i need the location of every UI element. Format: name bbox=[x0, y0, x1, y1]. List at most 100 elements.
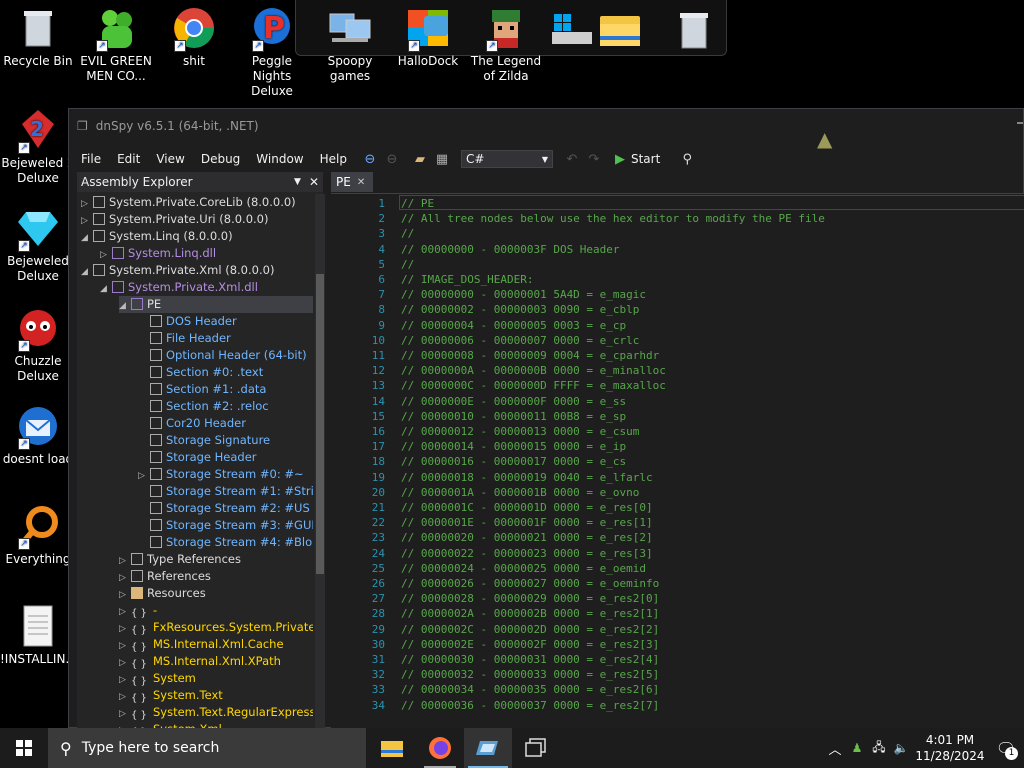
menu-debug[interactable]: Debug bbox=[193, 148, 248, 170]
code-line: // 00000022 - 00000023 0000 = e_res[3] bbox=[401, 546, 653, 560]
menu-edit[interactable]: Edit bbox=[109, 148, 148, 170]
line-number: 16 bbox=[371, 425, 385, 438]
notification-center[interactable]: 🗨 1 bbox=[988, 728, 1024, 768]
tree-node[interactable]: ▷{ } System.Text bbox=[119, 687, 223, 704]
expand-toggle-icon[interactable]: ◢ bbox=[81, 264, 93, 281]
taskbar-file-explorer[interactable] bbox=[368, 728, 416, 768]
tree-node[interactable]: Storage Header bbox=[138, 449, 257, 466]
desktop-icon-chuzzle[interactable]: ↗ Chuzzle Deluxe bbox=[0, 306, 76, 384]
tree-node[interactable]: DOS Header bbox=[138, 313, 237, 330]
tree-node[interactable]: ◢ PE bbox=[119, 296, 313, 313]
desktop-icon-doesnt-load[interactable]: ↗ doesnt load bbox=[0, 404, 76, 467]
desktop-icon-shit[interactable]: ↗ shit bbox=[156, 6, 232, 69]
tree-node[interactable]: Storage Signature bbox=[138, 432, 270, 449]
desktop-icon-bejeweled[interactable]: ↗ Bejeweled Deluxe bbox=[0, 206, 76, 284]
tree-node[interactable]: ◢ System.Linq (8.0.0.0) bbox=[81, 228, 233, 245]
tree-node[interactable]: ▷ System.Private.Uri (8.0.0.0) bbox=[81, 211, 269, 228]
desktop-icon-bejeweled2[interactable]: 2 ↗ Bejeweled 2 Deluxe bbox=[0, 108, 76, 186]
tree-node[interactable]: ▷ Storage Stream #0: #~ bbox=[138, 466, 304, 483]
tree-node[interactable]: ▷ References bbox=[119, 568, 211, 585]
start-button-windows[interactable] bbox=[0, 728, 48, 768]
language-select[interactable]: C# ▼ bbox=[460, 150, 553, 168]
drive-icon[interactable] bbox=[552, 10, 596, 53]
tree-node[interactable]: Storage Stream #2: #US bbox=[138, 500, 310, 517]
volume-icon[interactable]: 🔈 bbox=[890, 741, 912, 755]
code-line: // 00000000 - 0000003F DOS Header bbox=[401, 242, 620, 256]
desktop-icon-everything[interactable]: ↗ Everything bbox=[0, 504, 76, 567]
tree-node[interactable]: ▷{ } - bbox=[119, 602, 157, 619]
expand-toggle-icon[interactable]: ◢ bbox=[81, 230, 93, 247]
tree-node[interactable]: File Header bbox=[138, 330, 231, 347]
navigate-back-icon[interactable]: ⊖ bbox=[361, 150, 379, 168]
menu-view[interactable]: View bbox=[148, 148, 192, 170]
tree-node[interactable]: ▷ Type References bbox=[119, 551, 241, 568]
tree-node[interactable]: ▷{ } System.Text.RegularExpressio bbox=[119, 704, 313, 721]
tree-node[interactable]: ▷{ } MS.Internal.Xml.Cache bbox=[119, 636, 284, 653]
line-number: 11 bbox=[371, 349, 385, 362]
tree-node[interactable]: Optional Header (64-bit) bbox=[138, 347, 307, 364]
tree-node[interactable]: ▷ Resources bbox=[119, 585, 206, 602]
assembly-icon bbox=[93, 230, 105, 242]
expand-toggle-icon[interactable]: ◢ bbox=[119, 298, 131, 315]
taskbar-search[interactable]: ⚲ Type here to search bbox=[48, 728, 366, 768]
desktop-icon-evil-green-men[interactable]: ↗ EVIL GREEN MEN CO... bbox=[78, 6, 154, 84]
tree-node[interactable]: ◢ System.Private.Xml.dll bbox=[100, 279, 258, 296]
save-all-icon[interactable]: ▦ bbox=[433, 150, 451, 168]
tree-node[interactable]: ▷{ } MS.Internal.Xml.XPath bbox=[119, 653, 281, 670]
tree-node[interactable]: Storage Stream #3: #GUID bbox=[138, 517, 313, 534]
tree-node[interactable]: ▷ System.Private.CoreLib (8.0.0.0) bbox=[81, 194, 296, 211]
tree-node[interactable]: ▷{ } System bbox=[119, 670, 196, 687]
start-button[interactable]: ▶ Start bbox=[615, 152, 660, 167]
tree-node[interactable]: Cor20 Header bbox=[138, 415, 246, 432]
tree-node-label: FxResources.System.Private.X bbox=[153, 620, 313, 634]
explorer-scrollbar[interactable] bbox=[315, 194, 325, 729]
dropdown-icon[interactable]: ▼ bbox=[294, 175, 301, 189]
header-icon bbox=[150, 485, 162, 497]
tree-node-label: Storage Header bbox=[166, 450, 257, 464]
tree-node[interactable]: Section #1: .data bbox=[138, 381, 266, 398]
folder-icon[interactable] bbox=[600, 10, 644, 53]
taskbar-dnspy[interactable] bbox=[464, 728, 512, 768]
desktop-icon-installing[interactable]: !INSTALLIN... bbox=[0, 604, 77, 667]
expand-toggle-icon[interactable]: ◢ bbox=[100, 281, 112, 298]
search-icon[interactable]: ⚲ bbox=[678, 150, 696, 168]
tree-node[interactable]: Storage Stream #4: #Blob bbox=[138, 534, 313, 551]
desktop-icon-recycle-bin[interactable]: Recycle Bin bbox=[0, 6, 76, 69]
code-line: // 00000000 - 00000001 5A4D = e_magic bbox=[401, 288, 647, 302]
taskbar-firefox[interactable] bbox=[416, 728, 464, 768]
menu-file[interactable]: File bbox=[73, 148, 109, 170]
window-close-icon[interactable]: ⎯ bbox=[1017, 115, 1023, 130]
tree-node[interactable]: Section #2: .reloc bbox=[138, 398, 269, 415]
chrome-icon: ↗ bbox=[172, 6, 216, 52]
desktop-icon-hallodock[interactable]: ↗ HalloDock bbox=[390, 6, 466, 69]
taskbar-task-view[interactable] bbox=[512, 728, 560, 768]
recycle-bin-dock-icon[interactable] bbox=[672, 8, 716, 55]
tree-node[interactable]: Section #0: .text bbox=[138, 364, 263, 381]
navigate-forward-icon[interactable]: ⊖ bbox=[383, 150, 401, 168]
menu-help[interactable]: Help bbox=[312, 148, 355, 170]
open-folder-icon[interactable]: ▰ bbox=[411, 150, 429, 168]
computer-group-icon bbox=[328, 6, 372, 50]
tree-node-label: System.Private.Xml (8.0.0.0) bbox=[109, 263, 275, 277]
close-icon[interactable]: ✕ bbox=[309, 175, 319, 189]
tree-node[interactable]: ◢ System.Private.Xml (8.0.0.0) bbox=[81, 262, 274, 279]
chevron-up-icon[interactable]: ︿ bbox=[824, 739, 846, 758]
network-icon[interactable]: 🖧 bbox=[868, 738, 890, 759]
desktop-icon-peggle[interactable]: P ↗ Peggle Nights Deluxe bbox=[234, 6, 310, 99]
redo-icon[interactable]: ↷ bbox=[585, 150, 603, 168]
desktop-icon-legend-of-zilda[interactable]: ↗ The Legend of Zilda bbox=[468, 6, 544, 84]
menu-window[interactable]: Window bbox=[248, 148, 311, 170]
tree-node[interactable]: Storage Stream #1: #Strin bbox=[138, 483, 313, 500]
clock[interactable]: 4:01 PM 11/28/2024 bbox=[912, 732, 988, 764]
desktop-icon-spoopy-games[interactable]: Spoopy games bbox=[312, 6, 388, 84]
tab-pe[interactable]: PE ✕ bbox=[331, 172, 373, 192]
tab-close-icon[interactable]: ✕ bbox=[357, 177, 365, 188]
code-line: // bbox=[401, 227, 415, 241]
code-editor[interactable]: 1 2 3 4 5 6 7 8 9 10 11 12 13 14 15 16 17 18 19 20 21 22 23 24 2… bbox=[331, 193, 1024, 729]
code-line: // 00000004 - 00000005 0003 = e_cp bbox=[401, 318, 627, 332]
tree-node[interactable]: ▷{ } FxResources.System.Private.X bbox=[119, 619, 313, 636]
tree-node[interactable]: ▷ System.Linq.dll bbox=[100, 245, 216, 262]
undo-icon[interactable]: ↶ bbox=[563, 150, 581, 168]
explorer-scrollbar-thumb[interactable] bbox=[316, 274, 324, 574]
people-icon[interactable]: ♟ bbox=[846, 741, 868, 755]
